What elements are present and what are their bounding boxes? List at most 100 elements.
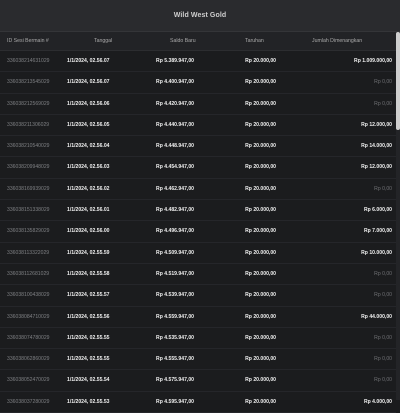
date-cell: 1/1/2024, 02.56.03 [67,164,110,171]
table-row[interactable]: 336038113322029 1/1/2024, 02.55.59 Rp 4.50… [0,243,396,264]
session-id-cell: 336038062860029 [7,356,50,363]
balance-cell: Rp 4.559.947,00 [156,313,194,320]
table-body: 336038214631029 1/1/2024, 02.56.07 Rp 5.38… [0,51,396,413]
date-cell: 1/1/2024, 02.56.06 [67,100,110,107]
session-id-cell: 336038210540029 [7,143,50,150]
bet-cell: Rp 20.000,00 [245,249,276,256]
table-row[interactable]: 336038211306029 1/1/2024, 02.56.05 Rp 4.44… [0,115,396,137]
table-row[interactable]: 336038214631029 1/1/2024, 02.56.07 Rp 5.38… [0,51,396,73]
table-row[interactable]: 336038213545029 1/1/2024, 02.56.07 Rp 4.40… [0,72,396,94]
win-cell: Rp 4.000,00 [363,398,392,405]
column-header-date: Tanggal [94,38,113,44]
table-row[interactable]: 336038037280029 1/1/2024, 02.55.53 Rp 4.59… [0,392,396,413]
game-title: Wild West Gold [0,0,400,32]
balance-cell: Rp 4.535.947,00 [156,334,194,341]
date-cell: 1/1/2024, 02.56.01 [67,207,110,214]
win-cell: Rp 0,00 [374,356,392,363]
balance-cell: Rp 4.595.947,00 [156,398,194,405]
win-cell: Rp 0,00 [374,270,392,277]
balance-cell: Rp 4.575.947,00 [156,377,194,384]
session-id-cell: 336038213545029 [7,79,50,86]
table-row[interactable]: 336038112681029 1/1/2024, 02.55.58 Rp 4.51… [0,264,396,286]
date-cell: 1/1/2024, 02.55.58 [67,270,110,277]
balance-cell: Rp 4.454.947,00 [156,164,194,171]
balance-cell: Rp 4.440.947,00 [156,121,194,128]
scrollbar-thumb[interactable] [396,32,400,130]
balance-cell: Rp 5.389.947,00 [156,58,194,64]
balance-cell: Rp 4.496.947,00 [156,228,194,235]
date-cell: 1/1/2024, 02.55.55 [67,334,110,341]
date-cell: 1/1/2024, 02.56.07 [67,79,110,86]
session-id-cell: 336038212569029 [7,100,50,107]
session-id-cell: 336038209948029 [7,164,50,171]
date-cell: 1/1/2024, 02.55.56 [67,313,110,320]
date-cell: 1/1/2024, 02.55.54 [67,377,110,384]
session-id-cell: 336038112681029 [7,270,50,277]
history-panel: Wild West Gold ID Sesi Bermain # Tanggal… [0,0,400,413]
table-row[interactable]: 336038052470029 1/1/2024, 02.55.54 Rp 4.57… [0,370,396,392]
bet-cell: Rp 20.000,00 [245,207,276,214]
session-id-cell: 336038151338029 [7,207,50,214]
date-cell: 1/1/2024, 02.55.59 [67,249,110,256]
column-header-win: Jumlah Dimenangkan [312,38,363,44]
session-id-cell: 336038169939029 [7,185,50,192]
bet-cell: Rp 20.000,00 [245,143,276,150]
bet-cell: Rp 20.000,00 [245,377,276,384]
date-cell: 1/1/2024, 02.56.02 [67,185,110,192]
table-row[interactable]: 336038209948029 1/1/2024, 02.56.03 Rp 4.45… [0,157,396,179]
session-id-cell: 336038214631029 [7,58,50,64]
bet-cell: Rp 20.000,00 [245,313,276,320]
table-row[interactable]: 336038084710029 1/1/2024, 02.55.56 Rp 4.55… [0,307,396,328]
table-row[interactable]: 336038210540029 1/1/2024, 02.56.04 Rp 4.44… [0,136,396,158]
win-cell: Rp 0,00 [374,100,392,107]
bet-cell: Rp 20.000,00 [245,334,276,341]
column-header-session-id: ID Sesi Bermain # [7,38,49,44]
win-cell: Rp 0,00 [374,334,392,341]
bet-cell: Rp 20.000,00 [245,164,276,171]
bet-cell: Rp 20.000,00 [245,79,276,86]
balance-cell: Rp 4.519.947,00 [156,270,194,277]
date-cell: 1/1/2024, 02.56.05 [67,121,110,128]
balance-cell: Rp 4.509.947,00 [156,249,194,256]
win-cell: Rp 1.009.000,00 [354,58,392,64]
balance-cell: Rp 4.400.947,00 [156,79,194,86]
date-cell: 1/1/2024, 02.56.04 [67,143,110,150]
balance-cell: Rp 4.420.947,00 [156,100,194,107]
bet-cell: Rp 20.000,00 [245,228,276,235]
win-cell: Rp 6.000,00 [363,207,392,214]
column-header-balance: Saldo Baru [170,38,196,44]
table-row[interactable]: 336038169939029 1/1/2024, 02.56.02 Rp 4.46… [0,179,396,201]
session-id-cell: 336038074780029 [7,334,50,341]
table-row[interactable]: 336038062860029 1/1/2024, 02.55.55 Rp 4.55… [0,349,396,371]
win-cell: Rp 10.000,00 [361,249,392,256]
bet-cell: Rp 20.000,00 [245,100,276,107]
bet-cell: Rp 20.000,00 [245,121,276,128]
table-header: ID Sesi Bermain # Tanggal Saldo Baru Tar… [0,32,396,51]
win-cell: Rp 0,00 [374,79,392,86]
session-id-cell: 336038113322029 [7,249,50,256]
balance-cell: Rp 4.539.947,00 [156,292,194,299]
session-id-cell: 336038135829029 [7,228,50,235]
win-cell: Rp 0,00 [374,377,392,384]
win-cell: Rp 7.000,00 [363,228,392,235]
table-row[interactable]: 336038151338029 1/1/2024, 02.56.01 Rp 4.48… [0,200,396,222]
win-cell: Rp 12.000,00 [361,164,392,171]
win-cell: Rp 0,00 [374,292,392,299]
column-header-bet: Taruhan [245,38,264,44]
table-row[interactable]: 336038100438029 1/1/2024, 02.55.57 Rp 4.53… [0,285,396,307]
session-id-cell: 336038084710029 [7,313,50,320]
date-cell: 1/1/2024, 02.55.55 [67,356,110,363]
date-cell: 1/1/2024, 02.56.00 [67,228,110,235]
date-cell: 1/1/2024, 02.56.07 [67,58,110,64]
table-row[interactable]: 336038135829029 1/1/2024, 02.56.00 Rp 4.49… [0,221,396,243]
session-id-cell: 336038052470029 [7,377,50,384]
table-row[interactable]: 336038212569029 1/1/2024, 02.56.06 Rp 4.42… [0,94,396,115]
win-cell: Rp 14.000,00 [361,143,392,150]
table-row[interactable]: 336038074780029 1/1/2024, 02.55.55 Rp 4.53… [0,328,396,350]
date-cell: 1/1/2024, 02.55.57 [67,292,110,299]
bet-cell: Rp 20.000,00 [245,270,276,277]
bet-cell: Rp 20.000,00 [245,58,276,64]
balance-cell: Rp 4.448.947,00 [156,143,194,150]
session-id-cell: 336038211306029 [7,121,50,128]
bet-cell: Rp 20.000,00 [245,398,276,405]
